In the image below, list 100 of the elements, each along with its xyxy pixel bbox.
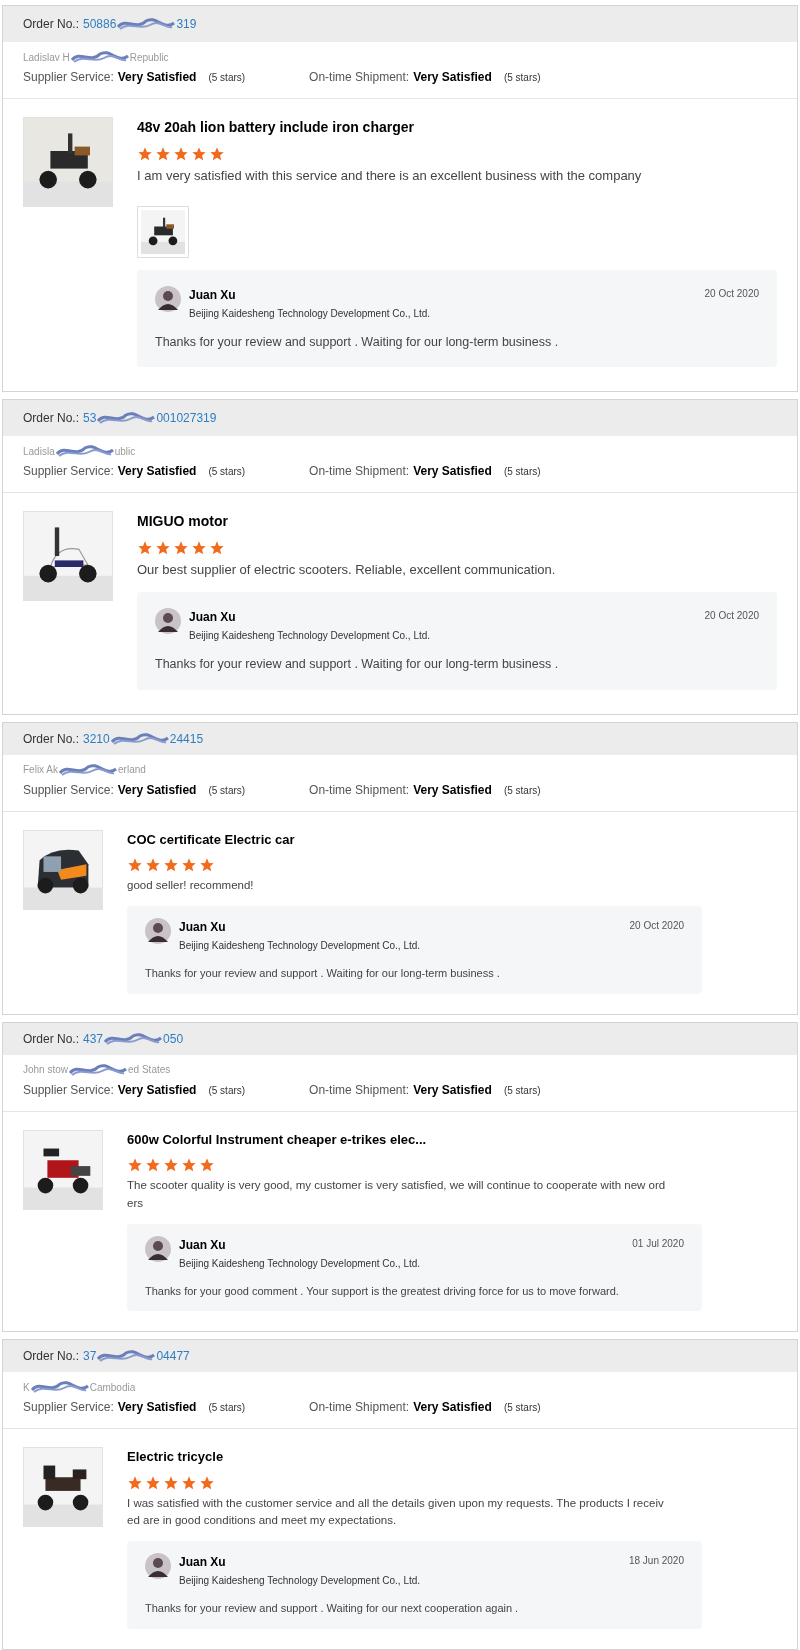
avatar: [155, 285, 181, 312]
review-photo[interactable]: [137, 205, 189, 258]
review-comment: The scooter quality is very good, my customer is very satisfied, we will continue to cooperate with new orders: [127, 1178, 667, 1211]
star-icon: [145, 1157, 161, 1174]
rating-stars-text: (5 stars): [503, 1401, 541, 1416]
order-number[interactable]: 04477: [156, 1347, 190, 1366]
product-title[interactable]: 48v 20ah lion battery include iron charger: [137, 117, 777, 138]
star-icon: [163, 857, 179, 873]
order-number[interactable]: 24415: [169, 729, 204, 748]
rating-label: Supplier Service:: [23, 1081, 114, 1099]
rating-label: On-time Shipment:: [309, 463, 410, 481]
rating-label: Supplier Service:: [23, 69, 114, 86]
reply-author: Juan Xu: [179, 1554, 227, 1572]
reply-text: Thanks for your review and support . Waiting for our long-term business .: [155, 333, 560, 351]
star-icon: [155, 540, 171, 557]
reviewer-country: ublic: [114, 444, 136, 459]
rating-stars-text: (5 stars): [503, 1083, 541, 1098]
reply-date: 20 Oct 2020: [629, 919, 684, 934]
star-icon: [173, 540, 189, 557]
order-number[interactable]: 37: [83, 1347, 97, 1366]
order-number[interactable]: 050: [163, 1029, 184, 1048]
order-number[interactable]: 50886: [83, 15, 117, 33]
reply-author: Juan Xu: [189, 608, 237, 626]
star-icon: [199, 857, 215, 873]
reply-date: 01 Jul 2020: [632, 1236, 684, 1251]
reviewer-name: Felix Ak: [23, 763, 58, 777]
rating-value: Very Satisfied: [117, 69, 197, 86]
star-icon: [199, 1157, 215, 1174]
rating-stars-text: (5 stars): [503, 71, 541, 85]
reply-date: 20 Oct 2020: [704, 286, 759, 301]
reply-text: Thanks for your review and support . Waiting for our long-term business .: [155, 655, 560, 673]
review-comment: Our best supplier of electric scooters. Reliable, excellent communication.: [137, 561, 557, 580]
reply-author: Juan Xu: [189, 286, 237, 304]
star-icon: [137, 540, 153, 557]
review-comment: I am very satisfied with this service and there is an excellent business with the company: [137, 167, 643, 185]
rating-stars-text: (5 stars): [503, 783, 541, 798]
rating-value: Very Satisfied: [117, 1399, 197, 1417]
reviewer-name: K: [23, 1380, 30, 1395]
rating-label: On-time Shipment:: [309, 69, 410, 86]
star-icon: [181, 1157, 197, 1174]
product-title[interactable]: COC certificate Electric car: [127, 829, 702, 849]
rating-stars-text: (5 stars): [208, 71, 246, 85]
redaction-mark: [58, 762, 118, 777]
avatar: [155, 607, 181, 634]
reply-date: 18 Jun 2020: [628, 1554, 684, 1569]
redaction-mark: [68, 1062, 129, 1077]
star-icon: [145, 857, 161, 873]
product-title[interactable]: Electric tricycle: [127, 1447, 702, 1467]
rating-label: Supplier Service:: [23, 1399, 114, 1417]
order-label: Order No.:: [23, 1348, 79, 1366]
review-comment: I was satisfied with the customer service and all the details given upon my requests. The products I received are in good conditions and meet my expectations.: [127, 1495, 665, 1528]
rating-label: On-time Shipment:: [309, 781, 410, 799]
redaction-mark: [54, 444, 115, 459]
reply-text: Thanks for your review and support . Waiting for our long-term business .: [145, 966, 501, 982]
star-icon: [209, 146, 225, 162]
rating-label: On-time Shipment:: [309, 1399, 410, 1417]
reply-company: Beijing Kaidesheng Technology Development Co., Ltd.: [179, 939, 422, 954]
order-number[interactable]: 3210: [83, 729, 110, 748]
reviewer-country: erland: [118, 763, 146, 777]
reply-date: 20 Oct 2020: [704, 608, 759, 623]
star-icon: [209, 540, 225, 557]
rating-value: Very Satisfied: [413, 1399, 492, 1417]
order-label: Order No.:: [23, 410, 79, 428]
star-icon: [137, 146, 153, 162]
order-label: Order No.:: [23, 16, 79, 33]
reply-company: Beijing Kaidesheng Technology Development Co., Ltd.: [179, 1256, 422, 1271]
order-label: Order No.:: [23, 1030, 79, 1048]
order-number[interactable]: 53: [83, 409, 97, 428]
star-icon: [191, 146, 207, 162]
reply-text: Thanks for your good comment . Your support is the greatest driving force for us to move forward.: [145, 1283, 620, 1299]
rating-label: Supplier Service:: [23, 781, 114, 799]
rating-stars-text: (5 stars): [208, 1083, 246, 1098]
reviewer-country: Republic: [129, 50, 169, 65]
redaction-mark: [116, 17, 177, 31]
rating-value: Very Satisfied: [117, 463, 197, 481]
order-label: Order No.:: [23, 730, 79, 748]
order-number[interactable]: 437: [83, 1029, 104, 1048]
reply-author: Juan Xu: [179, 1236, 227, 1254]
star-icon: [173, 146, 189, 162]
rating-value: Very Satisfied: [413, 463, 492, 481]
star-icon: [163, 1157, 179, 1174]
rating-value: Very Satisfied: [117, 1081, 197, 1099]
rating-value: Very Satisfied: [413, 1081, 492, 1099]
star-icon: [191, 540, 207, 557]
rating-label: Supplier Service:: [23, 463, 114, 481]
avatar: [145, 1235, 171, 1262]
rating-label: On-time Shipment:: [309, 1081, 410, 1099]
avatar: [145, 918, 171, 945]
product-title[interactable]: MIGUO motor: [137, 511, 777, 533]
rating-value: Very Satisfied: [117, 781, 197, 799]
redaction-mark: [69, 50, 130, 64]
star-icon: [181, 857, 197, 873]
order-number[interactable]: 001027319: [156, 409, 217, 428]
redaction-mark: [29, 1380, 90, 1395]
product-title[interactable]: 600w Colorful Instrument cheaper e-trikes elec...: [127, 1129, 702, 1150]
star-icon: [155, 146, 171, 162]
reviewer-name: Ladisla: [23, 444, 55, 459]
order-number[interactable]: 319: [176, 15, 197, 33]
review-comment: good seller! recommend!: [127, 878, 255, 893]
reviewer-name: John stow: [23, 1063, 69, 1078]
